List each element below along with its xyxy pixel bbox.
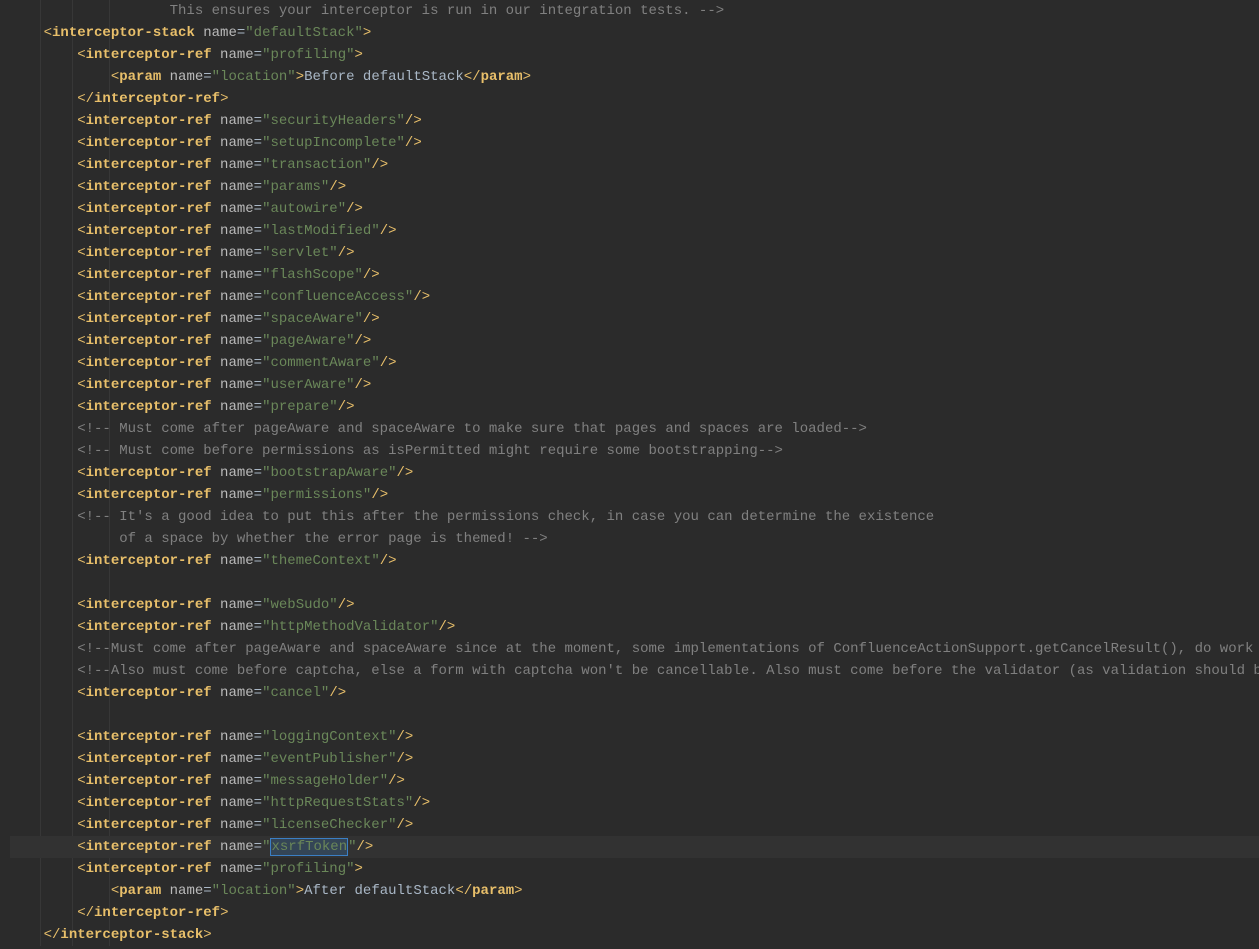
code-line[interactable]: <interceptor-ref name="setupIncomplete"/… [10,132,1259,154]
code-editor[interactable]: This ensures your interceptor is run in … [0,0,1259,946]
code-line[interactable]: <interceptor-ref name="securityHeaders"/… [10,110,1259,132]
code-line[interactable]: <interceptor-ref name="licenseChecker"/> [10,814,1259,836]
code-line[interactable]: </interceptor-stack> [10,924,1259,946]
code-line[interactable]: of a space by whether the error page is … [10,528,1259,550]
code-line[interactable]: <interceptor-ref name="lastModified"/> [10,220,1259,242]
code-line[interactable]: <!-- Must come before permissions as isP… [10,440,1259,462]
code-line[interactable]: <interceptor-ref name="commentAware"/> [10,352,1259,374]
code-line[interactable]: <interceptor-ref name="profiling"> [10,858,1259,880]
code-line[interactable]: <interceptor-ref name="spaceAware"/> [10,308,1259,330]
selected-text: xsrfToken [270,838,348,856]
code-line[interactable]: <interceptor-ref name="httpRequestStats"… [10,792,1259,814]
code-line[interactable]: <interceptor-ref name="confluenceAccess"… [10,286,1259,308]
code-line[interactable]: <!-- Must come after pageAware and space… [10,418,1259,440]
code-line[interactable]: <!--Must come after pageAware and spaceA… [10,638,1259,660]
code-line[interactable]: <param name="location">Before defaultSta… [10,66,1259,88]
code-line[interactable]: <interceptor-ref name="profiling"> [10,44,1259,66]
code-line[interactable]: <interceptor-ref name="userAware"/> [10,374,1259,396]
code-line[interactable]: <!--Also must come before captcha, else … [10,660,1259,682]
code-line[interactable]: <interceptor-ref name="loggingContext"/> [10,726,1259,748]
code-line[interactable]: </interceptor-ref> [10,902,1259,924]
code-line[interactable]: <interceptor-ref name="messageHolder"/> [10,770,1259,792]
code-line[interactable]: This ensures your interceptor is run in … [10,0,1259,22]
code-line[interactable]: <interceptor-ref name="bootstrapAware"/> [10,462,1259,484]
code-line[interactable]: <!-- It's a good idea to put this after … [10,506,1259,528]
code-line[interactable]: <interceptor-ref name="xsrfToken"/> [10,836,1259,858]
code-line[interactable]: <interceptor-ref name="permissions"/> [10,484,1259,506]
code-line[interactable]: <interceptor-ref name="httpMethodValidat… [10,616,1259,638]
code-line[interactable] [10,704,1259,726]
code-line[interactable]: <interceptor-ref name="params"/> [10,176,1259,198]
code-line[interactable] [10,572,1259,594]
code-line[interactable]: <interceptor-ref name="webSudo"/> [10,594,1259,616]
code-line[interactable]: <interceptor-ref name="autowire"/> [10,198,1259,220]
code-line[interactable]: <interceptor-ref name="eventPublisher"/> [10,748,1259,770]
code-line[interactable]: <interceptor-ref name="themeContext"/> [10,550,1259,572]
code-line[interactable]: <interceptor-ref name="prepare"/> [10,396,1259,418]
code-line[interactable]: <interceptor-ref name="transaction"/> [10,154,1259,176]
code-line[interactable]: <interceptor-ref name="pageAware"/> [10,330,1259,352]
code-line[interactable]: <interceptor-stack name="defaultStack"> [10,22,1259,44]
code-line[interactable]: <interceptor-ref name="flashScope"/> [10,264,1259,286]
code-line[interactable]: <interceptor-ref name="servlet"/> [10,242,1259,264]
code-line[interactable]: </interceptor-ref> [10,88,1259,110]
code-line[interactable]: <interceptor-ref name="cancel"/> [10,682,1259,704]
code-line[interactable]: <param name="location">After defaultStac… [10,880,1259,902]
